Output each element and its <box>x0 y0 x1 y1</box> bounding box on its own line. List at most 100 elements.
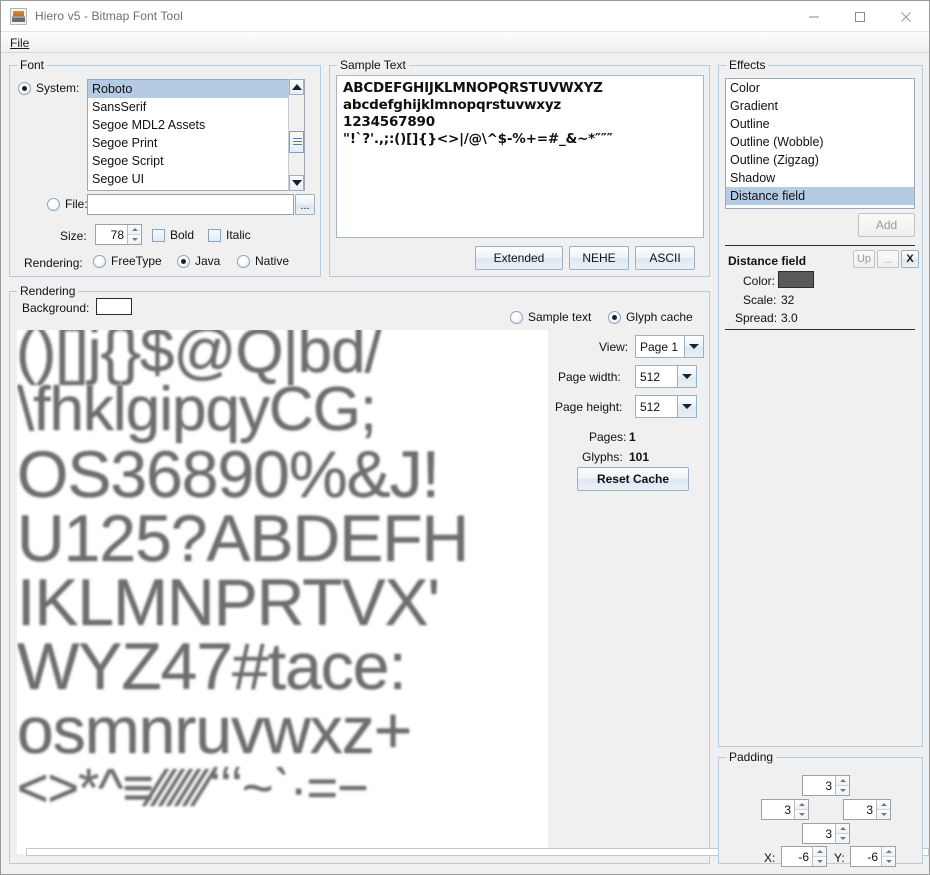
radio-system[interactable]: System: <box>18 81 79 95</box>
list-item[interactable]: Outline (Zigzag) <box>726 151 914 169</box>
padding-bottom-spinner[interactable]: 3 <box>802 823 850 844</box>
spinner-down-icon[interactable] <box>877 810 890 819</box>
add-effect-button[interactable]: Add <box>858 213 915 237</box>
spinner-down-icon[interactable] <box>795 810 808 819</box>
spinner-up-icon[interactable] <box>836 776 849 786</box>
font-list-scrollbar[interactable] <box>288 79 304 191</box>
padding-y-spinner[interactable]: -6 <box>850 846 896 867</box>
list-item[interactable]: Segoe Script <box>88 152 304 170</box>
spinner-up-icon[interactable] <box>795 800 808 810</box>
list-item[interactable]: Distance field <box>726 187 914 205</box>
radio-file[interactable]: File: <box>47 197 88 211</box>
spinner-down-icon[interactable] <box>836 834 849 843</box>
list-item[interactable]: Color <box>726 79 914 97</box>
radio-native[interactable]: Native <box>237 254 289 268</box>
padding-right-spinner[interactable]: 3 <box>843 799 891 820</box>
radio-file-label: File: <box>65 197 88 211</box>
list-item[interactable]: Segoe UI <box>88 170 304 188</box>
padding-right-value[interactable]: 3 <box>844 800 876 819</box>
size-value[interactable]: 78 <box>96 225 127 244</box>
glyphs-value: 101 <box>629 450 649 464</box>
padding-y-value[interactable]: -6 <box>851 847 881 866</box>
extended-button[interactable]: Extended <box>475 246 563 270</box>
window-title: Hiero v5 - Bitmap Font Tool <box>35 9 183 23</box>
list-item[interactable]: Roboto <box>88 80 304 98</box>
effect-spread-value[interactable]: 3.0 <box>781 311 798 325</box>
radio-sample-text-dot <box>510 311 523 324</box>
list-item[interactable]: SansSerif <box>88 98 304 116</box>
padding-top-arrows[interactable] <box>835 776 849 795</box>
menu-file[interactable]: File <box>7 35 32 51</box>
size-spinner[interactable]: 78 <box>95 224 142 245</box>
radio-freetype[interactable]: FreeType <box>93 254 162 268</box>
effect-remove-button[interactable]: X <box>901 250 919 268</box>
effect-color-swatch[interactable] <box>778 271 814 288</box>
chevron-down-icon[interactable] <box>684 336 703 357</box>
maximize-icon[interactable] <box>837 1 883 32</box>
effect-up-button[interactable]: Up <box>853 250 875 268</box>
effect-scale-value[interactable]: 32 <box>781 293 794 307</box>
page-width-combo[interactable]: 512 <box>635 365 697 388</box>
close-icon[interactable] <box>883 1 929 32</box>
scrollbar-thumb[interactable] <box>289 131 304 153</box>
spinner-down-icon[interactable] <box>882 857 895 866</box>
glyph-cache-canvas[interactable]: ()[]j{}$@Q|bd/ \fhklgipqyCG; OS36890%&J!… <box>17 330 548 854</box>
font-file-input[interactable] <box>87 194 294 215</box>
page-height-combo[interactable]: 512 <box>635 395 697 418</box>
radio-java-label: Java <box>195 254 220 268</box>
sample-text-input[interactable]: ABCDEFGHIJKLMNOPQRSTUVWXYZ abcdefghijklm… <box>336 75 704 238</box>
list-item[interactable]: Segoe Print <box>88 134 304 152</box>
minimize-icon[interactable] <box>791 1 837 32</box>
padding-top-value[interactable]: 3 <box>803 776 835 795</box>
effects-panel-title: Effects <box>726 58 768 72</box>
radio-java[interactable]: Java <box>177 254 220 268</box>
padding-bottom-arrows[interactable] <box>835 824 849 843</box>
radio-sample-text[interactable]: Sample text <box>510 310 591 324</box>
list-item[interactable]: Shadow <box>726 169 914 187</box>
spinner-up-icon[interactable] <box>128 225 141 235</box>
background-color-swatch[interactable] <box>96 298 132 315</box>
spinner-up-icon[interactable] <box>882 847 895 857</box>
view-page-combo[interactable]: Page 1 <box>635 335 704 358</box>
list-item[interactable]: Outline <box>726 115 914 133</box>
ascii-button[interactable]: ASCII <box>635 246 695 270</box>
checkbox-italic-box <box>208 229 221 242</box>
spinner-up-icon[interactable] <box>877 800 890 810</box>
list-item[interactable]: Outline (Wobble) <box>726 133 914 151</box>
checkbox-italic[interactable]: Italic <box>208 228 251 242</box>
scroll-up-icon[interactable] <box>289 79 304 95</box>
scroll-down-icon[interactable] <box>289 175 304 191</box>
chevron-down-icon[interactable] <box>677 396 696 417</box>
list-item[interactable]: Segoe MDL2 Assets <box>88 116 304 134</box>
spinner-up-icon[interactable] <box>836 824 849 834</box>
list-item[interactable]: Gradient <box>726 97 914 115</box>
chevron-down-icon[interactable] <box>677 366 696 387</box>
effect-options-button[interactable]: ... <box>877 250 899 268</box>
effects-divider <box>725 245 915 246</box>
size-spinner-arrows[interactable] <box>127 225 141 244</box>
effects-list[interactable]: Color Gradient Outline Outline (Wobble) … <box>725 78 915 209</box>
glyph-cache-row: \fhklgipqyCG; <box>17 378 548 442</box>
padding-right-arrows[interactable] <box>876 800 890 819</box>
system-font-list[interactable]: Roboto SansSerif Segoe MDL2 Assets Segoe… <box>87 79 305 191</box>
padding-left-spinner[interactable]: 3 <box>761 799 809 820</box>
padding-y-arrows[interactable] <box>881 847 895 866</box>
padding-bottom-value[interactable]: 3 <box>803 824 835 843</box>
spinner-down-icon[interactable] <box>836 786 849 795</box>
nehe-button[interactable]: NEHE <box>569 246 629 270</box>
padding-x-spinner[interactable]: -6 <box>781 846 827 867</box>
padding-x-value[interactable]: -6 <box>782 847 812 866</box>
spinner-down-icon[interactable] <box>128 235 141 244</box>
padding-top-spinner[interactable]: 3 <box>802 775 850 796</box>
padding-left-value[interactable]: 3 <box>762 800 794 819</box>
spinner-up-icon[interactable] <box>813 847 826 857</box>
browse-file-button[interactable]: ... <box>295 194 315 215</box>
radio-glyph-cache[interactable]: Glyph cache <box>608 310 693 324</box>
checkbox-bold-label: Bold <box>170 228 194 242</box>
padding-x-arrows[interactable] <box>812 847 826 866</box>
padding-left-arrows[interactable] <box>794 800 808 819</box>
spinner-down-icon[interactable] <box>813 857 826 866</box>
reset-cache-button[interactable]: Reset Cache <box>577 467 689 491</box>
checkbox-bold[interactable]: Bold <box>152 228 194 242</box>
radio-freetype-label: FreeType <box>111 254 162 268</box>
